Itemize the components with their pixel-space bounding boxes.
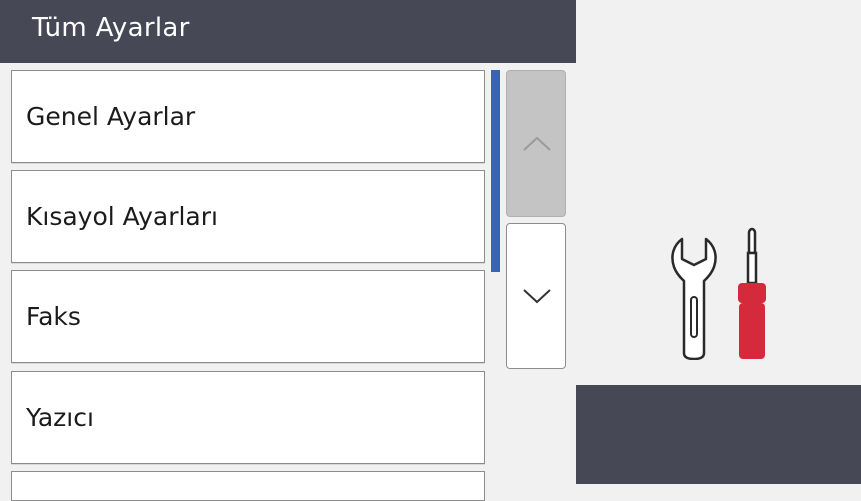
menu-item-fax[interactable]: Faks bbox=[11, 270, 485, 363]
page-title: Tüm Ayarlar bbox=[32, 13, 190, 43]
scroll-up-button[interactable] bbox=[506, 70, 566, 217]
title-bar: Tüm Ayarlar bbox=[0, 0, 576, 63]
menu-item-label: Kısayol Ayarları bbox=[26, 202, 218, 231]
menu-item-printer[interactable]: Yazıcı bbox=[11, 371, 485, 464]
scroll-position-indicator bbox=[491, 70, 500, 272]
scroll-down-button[interactable] bbox=[506, 223, 566, 369]
wrench-icon bbox=[671, 237, 717, 360]
menu-item-label: Genel Ayarlar bbox=[26, 102, 196, 131]
settings-menu-panel: Tüm Ayarlar Genel Ayarlar Kısayol Ayarla… bbox=[0, 0, 576, 501]
menu-item-general-settings[interactable]: Genel Ayarlar bbox=[11, 70, 485, 163]
menu-item-label: Faks bbox=[26, 302, 81, 331]
wrench-screwdriver-icon bbox=[671, 227, 766, 360]
footer-bar bbox=[576, 385, 861, 484]
screwdriver-icon bbox=[738, 227, 766, 359]
menu-item-partial[interactable] bbox=[11, 471, 485, 501]
menu-item-label: Yazıcı bbox=[26, 403, 94, 432]
menu-item-shortcut-settings[interactable]: Kısayol Ayarları bbox=[11, 170, 485, 263]
chevron-up-icon bbox=[523, 136, 551, 151]
chevron-down-icon bbox=[523, 289, 551, 304]
